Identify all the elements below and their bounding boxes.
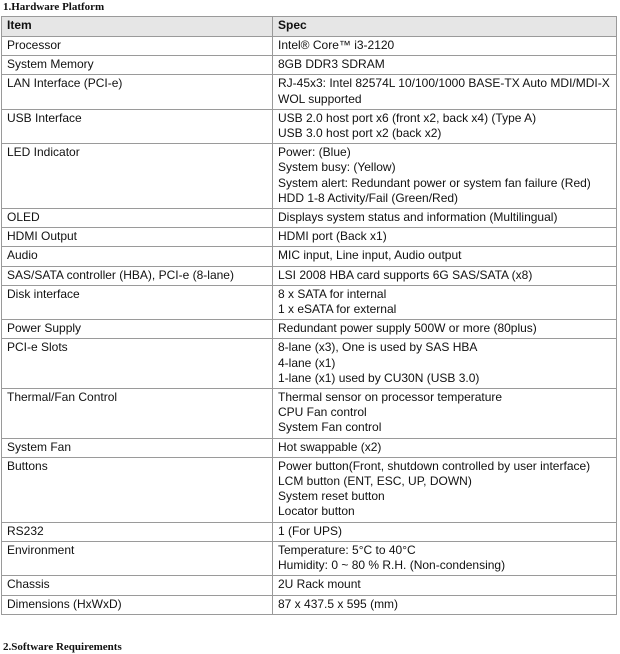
- table-row: Dimensions (HxWxD) 87 x 437.5 x 595 (mm): [1, 594, 617, 615]
- item-cell: Buttons: [1, 456, 273, 523]
- column-header-item: Item: [1, 16, 273, 37]
- spec-line: Temperature: 5°C to 40°C: [278, 542, 416, 557]
- spec-line: WOL supported: [278, 91, 362, 106]
- spec-cell: Displays system status and information (…: [272, 208, 617, 229]
- spec-cell: Temperature: 5°C to 40°C Humidity: 0 ~ 80…: [272, 540, 617, 577]
- table-body: Processor Intel® Core™ i3-2120 System Memo…: [1, 35, 617, 615]
- spec-cell: Power button(Front, shutdown controlled …: [272, 456, 617, 523]
- spec-line: Displays system status and information (…: [278, 210, 558, 225]
- item-cell: Disk interface: [1, 284, 273, 321]
- table-row: Disk interface 8 x SATA for internal 1 x e…: [1, 284, 617, 321]
- spec-cell: 1 (For UPS): [272, 521, 617, 542]
- spec-line: System alert: Redundant power or system …: [278, 175, 591, 190]
- spec-line: Locator button: [278, 504, 355, 519]
- spec-line: Power button(Front, shutdown controlled …: [278, 458, 591, 473]
- spec-cell: MIC input, Line input, Audio output: [272, 246, 617, 267]
- spec-cell: 8GB DDR3 SDRAM: [272, 55, 617, 76]
- spec-line: 8GB DDR3 SDRAM: [278, 57, 385, 72]
- spec-line: Intel® Core™ i3-2120: [278, 38, 395, 52]
- spec-line: CPU Fan control: [278, 405, 367, 420]
- spec-line: USB 3.0 host port x2 (back x2): [278, 126, 442, 141]
- table-row: Processor Intel® Core™ i3-2120: [1, 35, 617, 57]
- spec-line: 4-lane (x1): [278, 355, 336, 370]
- spec-line: 1 (For UPS): [278, 523, 343, 538]
- spec-cell: Hot swappable (x2): [272, 437, 617, 458]
- item-cell: Processor: [1, 35, 273, 57]
- column-header-spec: Spec: [272, 16, 617, 37]
- spec-line: LSI 2008 HBA card supports 6G SAS/SATA (…: [278, 267, 533, 282]
- spec-cell: RJ-45x3: Intel 82574L 10/100/1000 BASE-T…: [272, 74, 617, 110]
- spec-cell: Redundant power supply 500W or more (80p…: [272, 319, 617, 340]
- item-cell: Dimensions (HxWxD): [1, 594, 273, 615]
- spec-line: MIC input, Line input, Audio output: [278, 248, 462, 263]
- item-cell: System Fan: [1, 437, 273, 458]
- table-header-row: Item Spec: [1, 16, 617, 37]
- table-row: OLED Displays system status and informati…: [1, 208, 617, 229]
- spec-line: 8 x SATA for internal: [278, 286, 387, 301]
- spec-cell: Power: (Blue) System busy: (Yellow) System…: [272, 143, 617, 210]
- item-cell: Chassis: [1, 575, 273, 596]
- spec-line: 1-lane (x1) used by CU30N (USB 3.0): [278, 370, 480, 385]
- spec-cell: LSI 2008 HBA card supports 6G SAS/SATA (…: [272, 265, 617, 286]
- table-row: Environment Temperature: 5°C to 40°C Humid…: [1, 540, 617, 577]
- spec-line: RJ-45x3: Intel 82574L 10/100/1000 BASE-T…: [278, 76, 610, 91]
- item-cell: Environment: [1, 540, 273, 577]
- table-row: LED Indicator Power: (Blue) System busy: (…: [1, 143, 617, 210]
- spec-line: HDMI port (Back x1): [278, 229, 387, 244]
- spec-cell: 8 x SATA for internal 1 x eSATA for exter…: [272, 284, 617, 321]
- table-row: Power Supply Redundant power supply 500W …: [1, 319, 617, 340]
- spec-cell: USB 2.0 host port x6 (front x2, back x4)…: [272, 108, 617, 145]
- item-cell: HDMI Output: [1, 227, 273, 248]
- spec-line: 1 x eSATA for external: [278, 302, 397, 317]
- table-row: Thermal/Fan Control Thermal sensor on pro…: [1, 388, 617, 439]
- spec-cell: HDMI port (Back x1): [272, 227, 617, 248]
- spec-cell: Intel® Core™ i3-2120: [272, 35, 617, 57]
- item-cell: LAN Interface (PCI-e): [1, 74, 273, 110]
- spec-line: Redundant power supply 500W or more (80p…: [278, 321, 537, 336]
- item-cell: SAS/SATA controller (HBA), PCI-e (8-lane…: [1, 265, 273, 286]
- spec-line: Thermal sensor on processor temperature: [278, 390, 503, 405]
- table-row: USB Interface USB 2.0 host port x6 (front…: [1, 108, 617, 145]
- item-cell: USB Interface: [1, 108, 273, 145]
- spec-line: HDD 1-8 Activity/Fail (Green/Red): [278, 190, 459, 205]
- next-section-title-cut: 2.Software Requirements: [3, 641, 122, 653]
- spec-line: System busy: (Yellow): [278, 160, 396, 175]
- table-row: LAN Interface (PCI-e) RJ-45x3: Intel 8257…: [1, 74, 617, 110]
- spec-line: USB 2.0 host port x6 (front x2, back x4)…: [278, 110, 537, 125]
- spec-line: System Fan control: [278, 420, 382, 435]
- spec-line: 87 x 437.5 x 595 (mm): [278, 596, 399, 611]
- hardware-spec-table: Item Spec Processor Intel® Core™ i3-2120 S…: [1, 16, 617, 615]
- item-cell: System Memory: [1, 55, 273, 76]
- item-cell: PCI-e Slots: [1, 338, 273, 390]
- item-cell: Thermal/Fan Control: [1, 388, 273, 439]
- item-cell: LED Indicator: [1, 143, 273, 210]
- spec-line: Hot swappable (x2): [278, 439, 382, 454]
- spec-line: 8-lane (x3), One is used by SAS HBA: [278, 340, 478, 355]
- spec-cell: 87 x 437.5 x 595 (mm): [272, 594, 617, 615]
- table-row: System Memory 8GB DDR3 SDRAM: [1, 55, 617, 76]
- table-row: RS232 1 (For UPS): [1, 521, 617, 542]
- section-title: 1.Hardware Platform: [3, 1, 105, 13]
- table-row: System Fan Hot swappable (x2): [1, 437, 617, 458]
- item-cell: Power Supply: [1, 319, 273, 340]
- spec-line: LCM button (ENT, ESC, UP, DOWN): [278, 474, 472, 489]
- table-row: Chassis 2U Rack mount: [1, 575, 617, 596]
- spec-line: System reset button: [278, 489, 385, 504]
- table-row: Buttons Power button(Front, shutdown cont…: [1, 456, 617, 523]
- spec-line: 2U Rack mount: [278, 577, 361, 592]
- spec-cell: 8-lane (x3), One is used by SAS HBA 4-lan…: [272, 338, 617, 390]
- spec-line: Humidity: 0 ~ 80 % R.H. (Non-condensing): [278, 558, 506, 573]
- table-row: Audio MIC input, Line input, Audio output: [1, 246, 617, 267]
- table-row: SAS/SATA controller (HBA), PCI-e (8-lane…: [1, 265, 617, 286]
- spec-cell: Thermal sensor on processor temperature C…: [272, 388, 617, 439]
- spec-cell: 2U Rack mount: [272, 575, 617, 596]
- spec-line: Power: (Blue): [278, 145, 351, 160]
- item-cell: Audio: [1, 246, 273, 267]
- item-cell: OLED: [1, 208, 273, 229]
- table-row: HDMI Output HDMI port (Back x1): [1, 227, 617, 248]
- table-row: PCI-e Slots 8-lane (x3), One is used by S…: [1, 338, 617, 390]
- item-cell: RS232: [1, 521, 273, 542]
